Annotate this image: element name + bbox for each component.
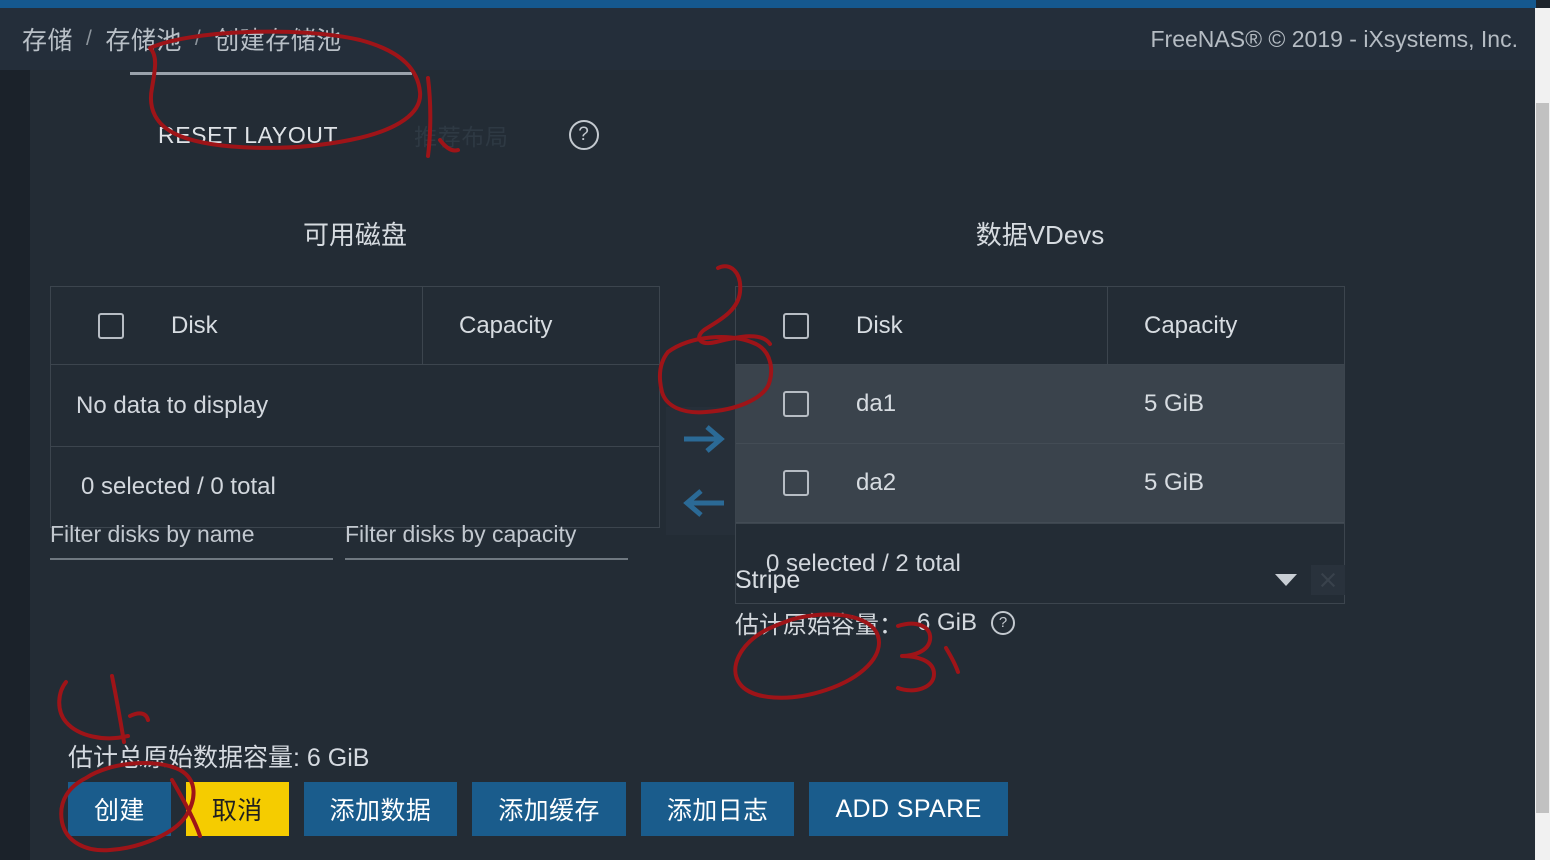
- app-root: 存储 / 存储池 / 创建存储池 FreeNAS® © 2019 - iXsys…: [0, 0, 1550, 860]
- action-buttons: 创建 取消 添加数据 添加缓存 添加日志 ADD SPARE: [68, 782, 1008, 836]
- vdev-type-value: Stripe: [735, 565, 801, 594]
- arrow-right-icon: [684, 425, 725, 453]
- close-icon[interactable]: [1311, 565, 1345, 595]
- reset-layout-button[interactable]: RESET LAYOUT: [154, 116, 342, 155]
- add-cache-button[interactable]: 添加缓存: [472, 782, 626, 836]
- available-disks-pane: 可用磁盘 Disk Capacity No data to display 0 …: [50, 215, 660, 528]
- move-left-button[interactable]: [666, 471, 742, 535]
- filter-by-capacity-field: [345, 515, 628, 560]
- select-all-checkbox[interactable]: [98, 312, 124, 339]
- brand-copyright: FreeNAS® © 2019 - iXsystems, Inc.: [1150, 25, 1518, 52]
- layout-toolbar: RESET LAYOUT 推荐布局 ?: [30, 112, 1536, 158]
- breadcrumb-separator: /: [194, 27, 202, 50]
- filter-by-name-field: [50, 515, 333, 560]
- main-content: RESET LAYOUT 推荐布局 ? 可用磁盘 Disk Capacity N…: [30, 70, 1536, 860]
- estimated-total-capacity: 估计总原始数据容量: 6 GiB: [68, 744, 370, 772]
- empty-state-text: No data to display: [51, 365, 659, 447]
- header-cell-disk: Disk: [736, 287, 1108, 364]
- row-select-cell: [736, 391, 856, 417]
- left-nav-rail: [0, 70, 30, 860]
- vdev-raw-capacity-value: 6 GiB: [917, 608, 978, 636]
- breadcrumb: 存储 / 存储池 / 创建存储池: [22, 21, 342, 57]
- column-header-disk[interactable]: Disk: [856, 312, 903, 340]
- header-cell-capacity: Capacity: [423, 287, 659, 364]
- vdev-raw-capacity: 估计原始容量： 6 GiB ?: [735, 605, 1345, 640]
- filter-disks-by-name-input[interactable]: [50, 515, 333, 560]
- row-disk-cell: da1: [736, 390, 1108, 418]
- disk-name: da1: [856, 390, 897, 417]
- data-vdevs-pane: 数据VDevs Disk Capacity da1 5 GiB da2 5 Gi…: [735, 215, 1345, 604]
- column-header-capacity[interactable]: Capacity: [1108, 312, 1237, 340]
- help-circle-icon[interactable]: ?: [991, 610, 1016, 635]
- add-data-button[interactable]: 添加数据: [303, 782, 458, 836]
- data-vdevs-table: Disk Capacity da1 5 GiB da2 5 GiB 0 sele…: [735, 286, 1345, 604]
- transfer-controls: [666, 407, 742, 535]
- disk-filters: [50, 515, 628, 560]
- disk-capacity: 5 GiB: [1144, 390, 1205, 417]
- scrollbar-thumb[interactable]: [1536, 103, 1549, 813]
- breadcrumb-item-create-pool[interactable]: 创建存储池: [214, 21, 342, 57]
- row-disk-cell: da2: [736, 469, 1108, 497]
- page-scrollbar[interactable]: [1535, 8, 1550, 860]
- row-select-cell: [736, 470, 856, 496]
- select-all-checkbox[interactable]: [783, 312, 809, 339]
- available-disks-table: Disk Capacity No data to display 0 selec…: [50, 286, 660, 528]
- top-accent-strip: [0, 0, 1536, 8]
- vdev-type-select[interactable]: Stripe: [735, 565, 1345, 595]
- column-header-capacity[interactable]: Capacity: [423, 312, 552, 340]
- table-row[interactable]: da2 5 GiB: [736, 444, 1344, 523]
- breadcrumb-item-pools[interactable]: 存储池: [105, 21, 182, 57]
- disk-name: da2: [856, 469, 897, 496]
- cancel-button[interactable]: 取消: [185, 782, 289, 836]
- row-checkbox[interactable]: [783, 470, 809, 496]
- arrow-left-icon: [683, 489, 724, 517]
- table-row[interactable]: da1 5 GiB: [736, 365, 1344, 444]
- top-bar: 存储 / 存储池 / 创建存储池 FreeNAS® © 2019 - iXsys…: [0, 8, 1536, 70]
- suggest-layout-button[interactable]: 推荐布局: [410, 112, 512, 158]
- pool-name-field-underline[interactable]: [130, 72, 412, 75]
- breadcrumb-item-storage[interactable]: 存储: [22, 21, 73, 57]
- select-all-cell: [51, 312, 171, 339]
- filter-disks-by-capacity-input[interactable]: [345, 515, 628, 560]
- disk-capacity: 5 GiB: [1144, 469, 1205, 496]
- data-vdevs-title: 数据VDevs: [975, 220, 1105, 250]
- chevron-down-icon[interactable]: [1275, 574, 1297, 586]
- create-button[interactable]: 创建: [68, 782, 171, 836]
- column-header-disk[interactable]: Disk: [171, 312, 218, 340]
- move-right-button[interactable]: [666, 407, 742, 471]
- available-disks-title: 可用磁盘: [302, 220, 407, 250]
- add-log-button[interactable]: 添加日志: [640, 782, 795, 836]
- header-cell-capacity: Capacity: [1108, 287, 1344, 364]
- table-header-row: Disk Capacity: [736, 287, 1344, 365]
- breadcrumb-separator: /: [86, 27, 93, 50]
- help-circle-icon[interactable]: ?: [568, 120, 599, 150]
- row-checkbox[interactable]: [783, 391, 809, 417]
- select-all-cell: [736, 312, 856, 339]
- header-cell-disk: Disk: [51, 287, 423, 364]
- vdev-raw-capacity-label: 估计原始容量：: [735, 612, 903, 639]
- add-spare-button[interactable]: ADD SPARE: [809, 782, 1008, 836]
- vdev-type-section: Stripe 估计原始容量： 6 GiB ?: [735, 565, 1345, 640]
- table-header-row: Disk Capacity: [51, 287, 659, 365]
